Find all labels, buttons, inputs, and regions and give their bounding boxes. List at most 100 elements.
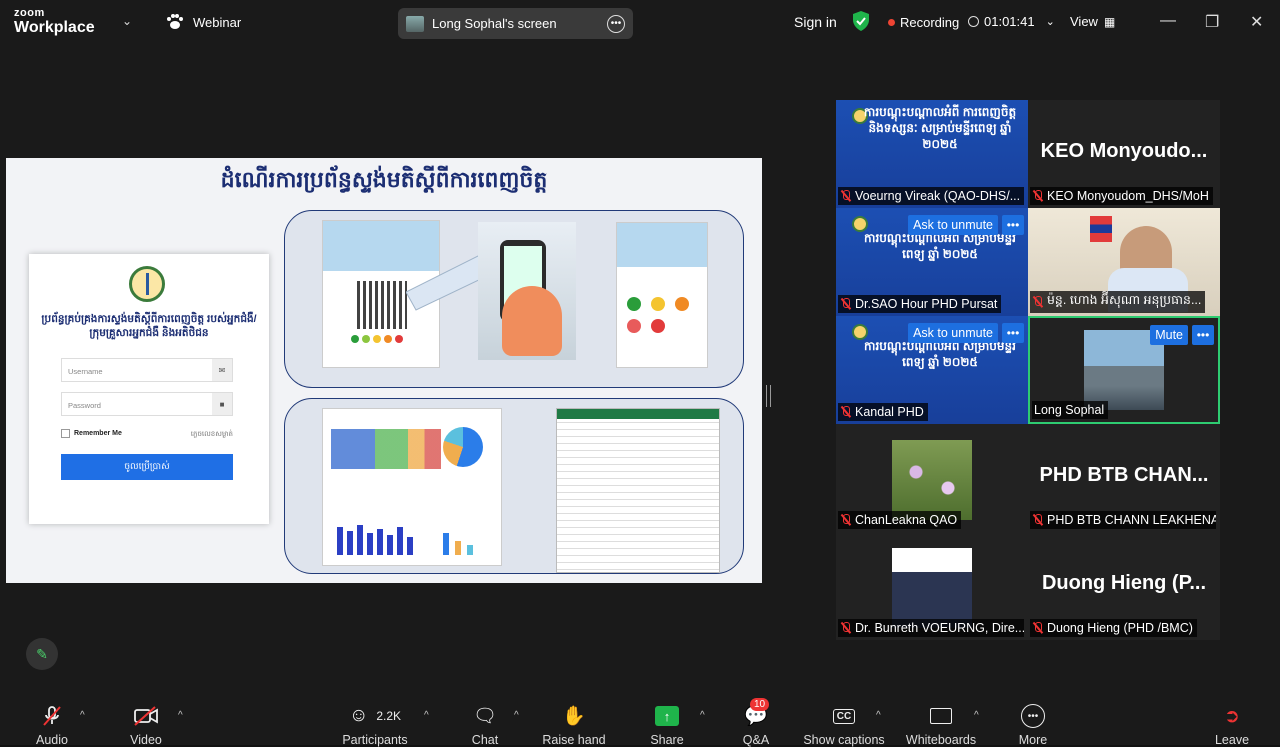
captions-button[interactable]: CC Show captions (800, 694, 888, 747)
more-options-icon[interactable]: ••• (1192, 325, 1214, 345)
participant-avatar (892, 440, 972, 520)
mute-button[interactable]: Mute (1150, 325, 1188, 345)
qa-button[interactable]: 💬 10 Q&A (732, 694, 780, 747)
participant-nameplate: Voeurng Vireak (QAO-DHS/... (838, 187, 1024, 205)
envelope-icon: ✉ (212, 359, 232, 381)
screen-share-pill[interactable]: Long Sophal's screen ••• (398, 8, 633, 39)
chat-options-caret-icon[interactable]: ^ (514, 710, 519, 721)
top-bar: zoom Workplace ⌄ Webinar Long Sophal's s… (0, 0, 1280, 44)
recording-indicator[interactable]: Recording (888, 15, 959, 30)
mic-muted-icon (840, 190, 852, 202)
share-button[interactable]: ↑ Share (642, 694, 692, 747)
sign-in-button[interactable]: Sign in (794, 14, 837, 30)
login-button: ចូលប្រើប្រាស់ (61, 454, 233, 480)
whiteboards-options-caret-icon[interactable]: ^ (974, 710, 979, 721)
brand-top: zoom (14, 7, 45, 19)
login-title: ប្រព័ន្ធគ្រប់គ្រងការស្ទង់មតិស្តីពីការពេញ… (41, 313, 257, 339)
participant-tile[interactable]: ChanLeakna QAO (836, 424, 1028, 532)
participant-tile[interactable]: Duong Hieng (P... Duong Hieng (PHD /BMC) (1028, 532, 1220, 640)
video-off-icon (134, 706, 158, 726)
participants-button[interactable]: ☺ 2.2K Participants (340, 694, 410, 747)
video-button[interactable]: Video (116, 694, 176, 747)
phone-scan-image (478, 222, 576, 360)
chat-button[interactable]: 🗨 Chat (460, 694, 510, 747)
spreadsheet-image (556, 408, 720, 573)
participant-tile[interactable]: Dr. Bunreth VOEURNG, Dire... (836, 532, 1028, 640)
participant-name: Long Sophal (1034, 403, 1105, 417)
whiteboards-button[interactable]: Whiteboards (902, 694, 980, 747)
participant-nameplate: KEO Monyoudom_DHS/MoH (1030, 187, 1213, 205)
shared-screen[interactable]: ដំណើរការប្រព័ន្ធស្ទង់មតិស្តីពីការពេញចិត្… (6, 158, 762, 583)
mic-muted-icon (1032, 190, 1044, 202)
remember-me-label: Remember Me (74, 430, 122, 437)
view-button[interactable]: View ▦ (1070, 14, 1115, 29)
raise-hand-icon: ✋ (562, 706, 586, 727)
audio-button[interactable]: Audio (22, 694, 82, 747)
leave-button[interactable]: ➲ Leave (1210, 694, 1254, 747)
remember-me: Remember Me (61, 429, 122, 438)
shield-check-icon[interactable] (852, 11, 870, 31)
close-icon[interactable]: ✕ (1250, 12, 1263, 32)
participant-tile[interactable]: KEO Monyoudo... KEO Monyoudom_DHS/MoH (1028, 100, 1220, 208)
ask-to-unmute-button[interactable]: Ask to unmute (908, 323, 998, 343)
username-field: Username ✉ (61, 358, 233, 382)
tile-banner: ការបណ្តុះបណ្តាលអំពី ការពេញចិត្ត និងទស្សន… (863, 105, 1017, 151)
whiteboard-icon (930, 708, 952, 724)
view-label: View (1070, 14, 1098, 29)
participant-tile[interactable]: ម៉ន្ត. ហោង អ៊ីសុណា អនុប្រធាន... (1028, 208, 1220, 316)
timer-value: 01:01:41 (984, 14, 1035, 29)
chat-bubble-icon: 🗨 (472, 706, 498, 727)
annotate-pencil-icon[interactable]: ✎ (26, 638, 58, 670)
meeting-toolbar: Audio ^ Video ^ ☺ 2.2K Participants ^ 🗨 C… (0, 694, 1280, 747)
participant-name: Voeurng Vireak (QAO-DHS/... (855, 189, 1021, 203)
mic-muted-icon (840, 406, 852, 418)
share-options-caret-icon[interactable]: ^ (700, 710, 705, 721)
participant-tile[interactable]: ការបណ្តុះបណ្តាលអំពី សម្រាប់មន្ទីរពេទ្យ ឆ… (836, 316, 1028, 424)
restore-icon[interactable]: ❐ (1205, 12, 1219, 32)
more-options-icon[interactable]: ••• (1002, 323, 1024, 343)
survey-screen-image (616, 222, 708, 368)
brand-bottom: Workplace (14, 19, 95, 36)
share-screen-icon: ↑ (655, 706, 679, 726)
minimize-icon[interactable]: — (1160, 12, 1176, 30)
participant-tile-active[interactable]: Mute ••• Long Sophal (1028, 316, 1220, 424)
participant-tile[interactable]: ការបណ្តុះបណ្តាលអំពី ការពេញចិត្ត និងទស្សន… (836, 100, 1028, 208)
brand-logo[interactable]: zoom Workplace (14, 8, 95, 36)
participant-nameplate: Dr.SAO Hour PHD Pursat (838, 295, 1002, 313)
more-options-icon[interactable]: ••• (1002, 215, 1024, 235)
qr-code-icon (357, 281, 407, 329)
more-icon: ••• (1021, 704, 1045, 728)
participant-tile[interactable]: ការបណ្តុះបណ្តាលអំពី សម្រាប់មន្ទីរពេទ្យ ឆ… (836, 208, 1028, 316)
participant-nameplate: ម៉ន្ត. ហោង អ៊ីសុណា អនុប្រធាន... (1030, 291, 1206, 313)
captions-options-caret-icon[interactable]: ^ (876, 710, 881, 721)
video-options-caret-icon[interactable]: ^ (178, 710, 183, 721)
more-button[interactable]: ••• More (1010, 694, 1056, 747)
chevron-down-icon[interactable]: ⌄ (122, 14, 132, 28)
participants-options-caret-icon[interactable]: ^ (424, 710, 429, 721)
more-options-icon[interactable]: ••• (607, 14, 625, 33)
record-dot-icon (888, 19, 895, 26)
panel-resize-handle[interactable] (766, 385, 771, 407)
audio-options-caret-icon[interactable]: ^ (80, 710, 85, 721)
dashboard-image (322, 408, 502, 566)
participant-nameplate: Kandal PHD (838, 403, 928, 421)
ministry-emblem-icon (129, 266, 165, 302)
rating-faces (351, 335, 403, 343)
slide-title: ដំណើរការប្រព័ន្ធស្ទង់មតិស្តីពីការពេញចិត្… (220, 167, 548, 192)
participant-name: ម៉ន្ត. ហោង អ៊ីសុណា អនុប្រធាន... (1047, 293, 1202, 307)
avatar (406, 15, 424, 32)
participant-tile[interactable]: PHD BTB CHAN... PHD BTB CHANN LEAKHENA (1028, 424, 1220, 532)
raise-hand-button[interactable]: ✋ Raise hand (540, 694, 608, 747)
chevron-down-icon: ⌄ (1045, 16, 1055, 28)
ask-to-unmute-button[interactable]: Ask to unmute (908, 215, 998, 235)
participant-nameplate: ChanLeakna QAO (838, 511, 962, 529)
mic-muted-icon (1032, 514, 1044, 526)
meeting-timer[interactable]: 01:01:41 ⌄ (968, 14, 1055, 29)
participant-name: KEO Monyoudom_DHS/MoH (1047, 189, 1209, 203)
screen-share-label: Long Sophal's screen (432, 16, 557, 31)
recording-label: Recording (900, 15, 960, 30)
participant-name: PHD BTB CHANN LEAKHENA (1047, 513, 1216, 527)
grid-view-icon: ▦ (1103, 14, 1116, 29)
participant-nameplate: PHD BTB CHANN LEAKHENA (1030, 511, 1216, 529)
webinar-label: Webinar (193, 14, 242, 30)
